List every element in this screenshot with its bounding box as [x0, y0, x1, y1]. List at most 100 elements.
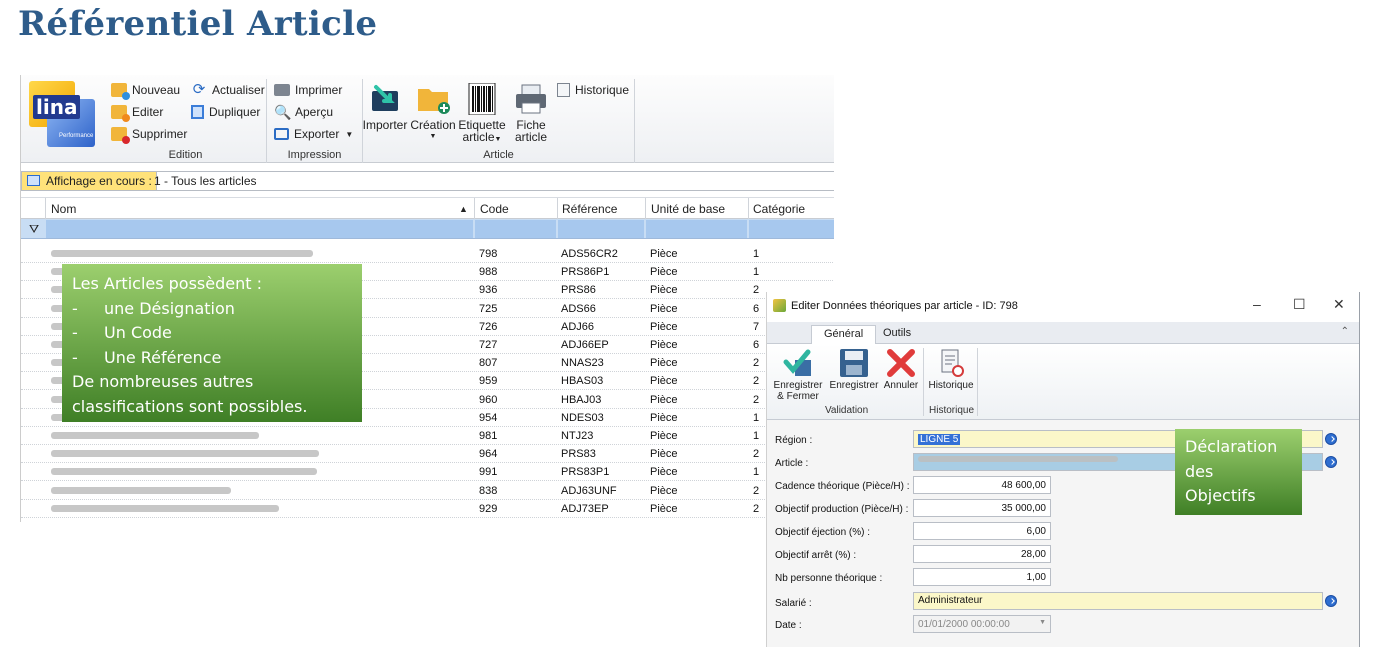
cell-code: 807: [479, 357, 498, 370]
cell-ref: ADJ66: [561, 320, 595, 333]
cell-code: 991: [479, 466, 498, 479]
cancel-button[interactable]: Annuler: [882, 348, 920, 391]
column-header-reference[interactable]: Référence: [562, 202, 617, 216]
cell-unit: Pièce: [650, 302, 678, 315]
group-label-impression: Impression: [287, 149, 342, 161]
tab-outils[interactable]: Outils: [871, 325, 923, 344]
creation-button[interactable]: Création ▼: [410, 83, 456, 143]
cell-unit: Pièce: [650, 466, 678, 479]
table-row[interactable]: 798 ADS56CR2 Pièce 1: [21, 245, 834, 263]
apercu-button[interactable]: 🔍 Aperçu: [274, 105, 333, 119]
save-button[interactable]: Enregistrer: [829, 348, 879, 391]
tab-general[interactable]: Général: [811, 325, 877, 344]
history-button[interactable]: Historique: [927, 348, 975, 391]
callout-intro: Les Articles possèdent :: [72, 274, 262, 293]
imprimer-button[interactable]: Imprimer: [274, 83, 342, 97]
redacted-name-cell: [51, 432, 259, 439]
salarie-field[interactable]: Administrateur: [913, 592, 1323, 610]
column-header-categorie[interactable]: Catégorie: [753, 202, 805, 216]
cell-cat: 1: [753, 466, 760, 479]
cell-cat: 1: [753, 430, 760, 442]
cell-ref: ADJ63UNF: [561, 484, 617, 497]
current-view-value[interactable]: 1 - Tous les articles: [154, 174, 257, 188]
nouveau-button[interactable]: Nouveau: [111, 83, 180, 100]
cell-cat: 6: [753, 302, 760, 315]
cell-unit: Pièce: [650, 248, 678, 260]
grid-header: Nom ▲ Code Référence Unité de base Catég…: [21, 197, 834, 220]
cell-unit: Pièce: [650, 411, 678, 424]
page-title: Référentiel Article: [18, 4, 378, 44]
nb-personne-field[interactable]: 1,00: [913, 568, 1051, 586]
cell-code: 960: [479, 393, 498, 406]
callout-item-designation: une Désignation: [104, 298, 235, 318]
objectifs-callout: Déclaration des Objectifs: [1175, 429, 1302, 515]
history-document-icon: [936, 348, 966, 378]
cell-code: 936: [479, 284, 498, 297]
import-icon: [368, 83, 402, 115]
dupliquer-button[interactable]: Dupliquer: [191, 105, 260, 119]
printer-icon: [274, 84, 290, 96]
cell-ref: NTJ23: [561, 430, 594, 442]
sort-ascending-icon: ▲: [459, 204, 468, 214]
objectif-arret-field[interactable]: 28,00: [913, 545, 1051, 563]
objectif-production-field[interactable]: 35 000,00: [913, 499, 1051, 517]
barcode-icon: [465, 82, 499, 116]
cell-cat: 2: [753, 484, 760, 497]
column-header-unite[interactable]: Unité de base: [651, 202, 725, 216]
minimize-button[interactable]: –: [1253, 296, 1261, 312]
table-row[interactable]: 981 NTJ23 Pièce 1: [21, 427, 834, 445]
objectif-ejection-field[interactable]: 6,00: [913, 522, 1051, 540]
article-lookup-icon[interactable]: [1325, 456, 1337, 468]
exporter-button[interactable]: Exporter ▼: [274, 127, 353, 141]
table-row[interactable]: 929 ADJ73EP Pièce 2: [21, 500, 834, 518]
group-label-article: Article: [483, 149, 514, 161]
floppy-disk-icon: [839, 348, 869, 378]
etiquette-article-button[interactable]: Etiquette article▼: [458, 82, 506, 146]
cell-code: 726: [479, 320, 498, 333]
actualiser-button[interactable]: ⟳ Actualiser: [191, 82, 265, 97]
delete-folder-icon: [111, 127, 130, 144]
historique-button[interactable]: Historique: [557, 83, 629, 97]
cell-cat: 2: [753, 375, 760, 388]
table-row[interactable]: 964 PRS83 Pièce 2: [21, 445, 834, 464]
importer-button[interactable]: Importer: [363, 83, 407, 131]
editer-button[interactable]: Editer: [111, 105, 163, 122]
date-field[interactable]: 01/01/2000 00:00:00 ▼: [913, 615, 1051, 633]
fiche-article-button[interactable]: Fiche article: [509, 83, 553, 143]
edit-folder-icon: [111, 105, 130, 122]
cell-cat: 2: [753, 284, 760, 297]
cadence-field[interactable]: 48 600,00: [913, 476, 1051, 494]
salarie-label: Salarié :: [775, 598, 812, 609]
cell-cat: 2: [753, 448, 760, 461]
group-label-historique: Historique: [929, 405, 975, 416]
cell-unit: Pièce: [650, 284, 678, 297]
cell-code: 929: [479, 502, 498, 515]
cell-unit: Pièce: [650, 266, 678, 279]
current-view-label: Affichage en cours :: [22, 172, 157, 190]
close-button[interactable]: ✕: [1333, 296, 1345, 313]
objectif-arret-label: Objectif arrêt (%) :: [775, 550, 857, 561]
maximize-button[interactable]: ☐: [1293, 296, 1306, 313]
filter-row[interactable]: ⛛: [21, 219, 834, 239]
new-folder-icon: [111, 83, 130, 100]
cell-cat: 2: [753, 357, 760, 370]
table-row[interactable]: 838 ADJ63UNF Pièce 2: [21, 482, 834, 500]
supprimer-button[interactable]: Supprimer: [111, 127, 187, 144]
group-label-edition: Edition: [168, 149, 203, 161]
save-close-button[interactable]: Enregistrer & Fermer: [773, 348, 823, 402]
redacted-name-cell: [51, 250, 313, 257]
cell-code: 981: [479, 430, 498, 442]
dialog-tabs: Général Outils ⌃: [767, 322, 1359, 344]
column-header-nom[interactable]: Nom: [51, 202, 76, 216]
nb-personne-label: Nb personne théorique :: [775, 573, 883, 584]
ribbon: lina Performance Nouveau Editer Supprime…: [21, 75, 834, 163]
chevron-down-icon: ▼: [1039, 619, 1046, 626]
region-lookup-icon[interactable]: [1325, 433, 1337, 445]
table-row[interactable]: 991 PRS83P1 Pièce 1: [21, 463, 834, 482]
collapse-ribbon-icon[interactable]: ⌃: [1341, 326, 1349, 337]
objectif-ejection-label: Objectif éjection (%) :: [775, 527, 871, 538]
cell-unit: Pièce: [650, 393, 678, 406]
salarie-lookup-icon[interactable]: [1325, 595, 1337, 607]
export-icon: [274, 128, 289, 140]
column-header-code[interactable]: Code: [480, 202, 509, 216]
